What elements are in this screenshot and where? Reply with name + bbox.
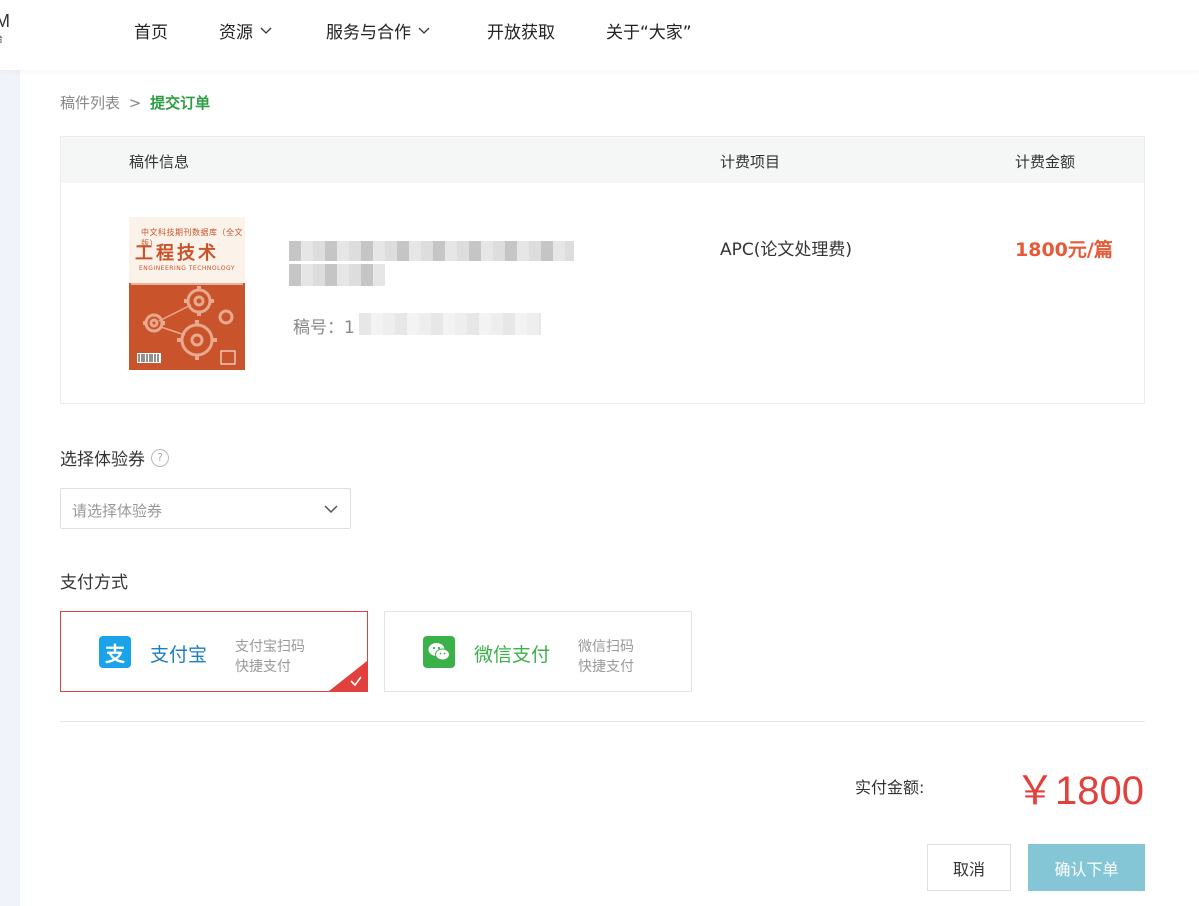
payment-desc-line2: 快捷支付 <box>235 659 291 675</box>
cover-title: 工程技术 <box>135 243 219 264</box>
top-navigation: M 台 首页 资源 服务与合作 开放获取 关于“大家” <box>0 0 1199 70</box>
payment-section-title: 支付方式 <box>60 573 128 593</box>
coupon-select-placeholder: 请选择体验券 <box>72 502 163 520</box>
manuscript-title-redacted-line2 <box>289 264 385 286</box>
fee-item-value: APC(论文处理费) <box>720 240 853 260</box>
order-table: 稿件信息 计费项目 计费金额 中文科技期刊数据库（全文版） 工程技术 ENGIN… <box>60 136 1145 404</box>
logo-subtext: 台 <box>0 32 3 45</box>
nav-item-label: 开放获取 <box>487 22 555 43</box>
payment-option-alipay[interactable]: 支 支付宝 支付宝扫码 快捷支付 <box>60 611 368 692</box>
site-logo[interactable]: M 台 <box>0 8 14 48</box>
breadcrumb-parent-link[interactable]: 稿件列表 <box>60 94 120 112</box>
cancel-button[interactable]: 取消 <box>927 844 1011 891</box>
breadcrumb-separator: > <box>128 94 142 112</box>
coupon-title-text: 选择体验券 <box>60 450 145 470</box>
manuscript-number-redacted <box>359 313 541 335</box>
section-divider <box>60 721 1145 722</box>
coupon-select[interactable]: 请选择体验券 <box>60 488 351 529</box>
header-manuscript-info: 稿件信息 <box>129 153 190 171</box>
header-fee-amount: 计费金额 <box>1015 153 1076 171</box>
gears-illustration <box>137 286 236 365</box>
fee-amount-value: 1800元/篇 <box>1015 239 1113 261</box>
nav-item-services[interactable]: 服务与合作 <box>326 18 430 43</box>
nav-item-open-access[interactable]: 开放获取 <box>487 18 555 43</box>
payment-name: 支付宝 <box>150 644 208 666</box>
nav-item-label: 关于“大家” <box>606 22 692 43</box>
wechat-icon <box>423 636 455 668</box>
payment-desc-line2: 快捷支付 <box>578 659 634 675</box>
total-label: 实付金额: <box>855 778 925 797</box>
checkmark-icon <box>350 676 362 687</box>
chevron-down-icon <box>324 505 338 514</box>
help-icon[interactable]: ? <box>151 448 169 467</box>
coupon-section-title: 选择体验券 ? <box>60 445 169 470</box>
breadcrumb-current: 提交订单 <box>150 94 211 112</box>
confirm-order-button[interactable]: 确认下单 <box>1028 844 1145 891</box>
payment-description: 支付宝扫码 快捷支付 <box>235 637 305 677</box>
header-fee-item: 计费项目 <box>720 153 781 171</box>
total-amount: ￥1800 <box>1015 769 1144 813</box>
nav-item-label: 资源 <box>219 22 253 43</box>
chevron-down-icon <box>418 27 430 34</box>
payment-name: 微信支付 <box>474 644 551 666</box>
order-panel: 稿件列表 > 提交订单 稿件信息 计费项目 计费金额 中文科技期刊数据库（全文版… <box>20 70 1199 906</box>
journal-cover-image: 中文科技期刊数据库（全文版） 工程技术 ENGINEERING TECHNOLO… <box>129 217 245 370</box>
alipay-icon: 支 <box>99 636 131 668</box>
breadcrumb: 稿件列表 > 提交订单 <box>60 92 210 113</box>
nav-item-about[interactable]: 关于“大家” <box>606 18 692 43</box>
cover-subtitle: ENGINEERING TECHNOLOGY <box>139 265 235 272</box>
nav-item-label: 首页 <box>134 22 168 43</box>
order-table-header: 稿件信息 计费项目 计费金额 <box>61 137 1144 183</box>
nav-item-label: 服务与合作 <box>326 22 411 43</box>
payment-option-wechat[interactable]: 微信支付 微信扫码 快捷支付 <box>384 611 692 692</box>
manuscript-number-label: 稿号：1 <box>293 318 355 338</box>
payment-description: 微信扫码 快捷支付 <box>578 637 634 677</box>
chevron-down-icon <box>260 27 272 34</box>
payment-desc-line1: 微信扫码 <box>578 639 634 655</box>
payment-desc-line1: 支付宝扫码 <box>235 639 305 655</box>
manuscript-title-redacted <box>289 241 574 261</box>
logo-letter: M <box>0 11 10 31</box>
nav-item-resources[interactable]: 资源 <box>219 18 272 43</box>
nav-item-home[interactable]: 首页 <box>134 18 168 43</box>
